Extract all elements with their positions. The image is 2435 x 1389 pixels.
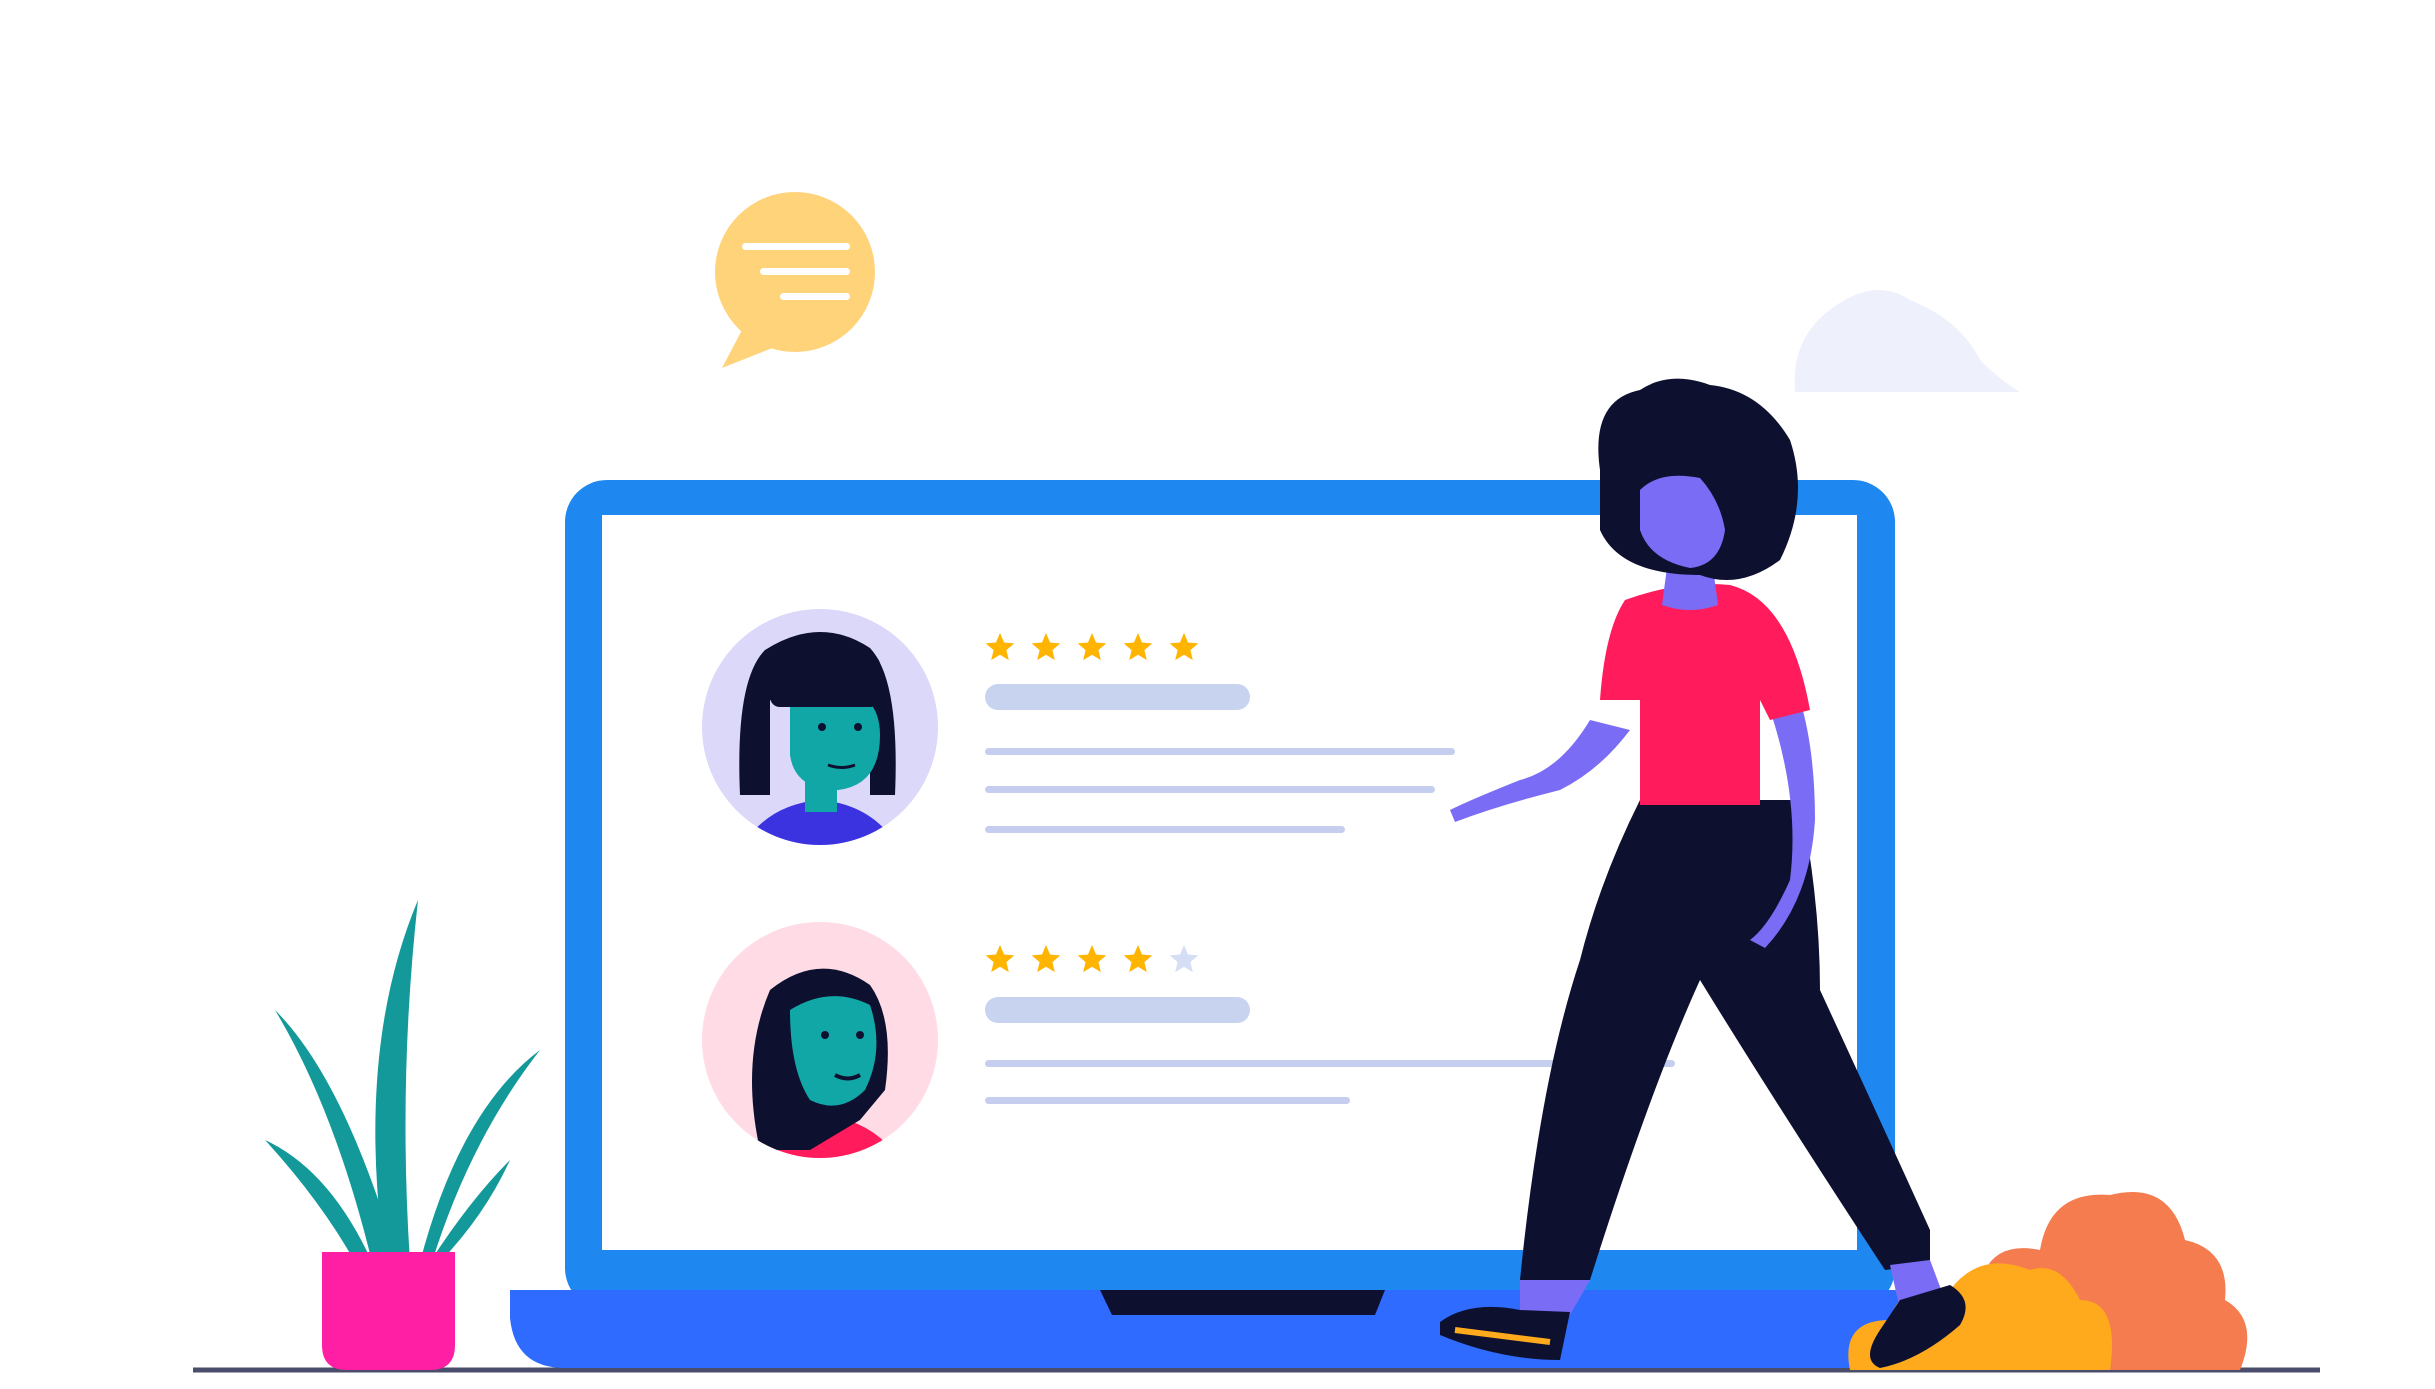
illustration-stage [0,0,2435,1389]
review-line-placeholder [985,748,1455,755]
cloud-icon [1794,290,2020,392]
plant-leaves [265,900,540,1262]
review-title-placeholder [985,997,1250,1023]
review-title-placeholder [985,684,1250,710]
review-line-placeholder [985,826,1345,833]
review-line-placeholder [985,786,1435,793]
review-line-placeholder [985,1097,1350,1104]
review-illustration [193,192,2320,1373]
plant-pot [322,1252,455,1370]
laptop-notch [1100,1290,1385,1315]
potted-plant [265,900,540,1370]
chat-bubble-icon [715,192,875,368]
